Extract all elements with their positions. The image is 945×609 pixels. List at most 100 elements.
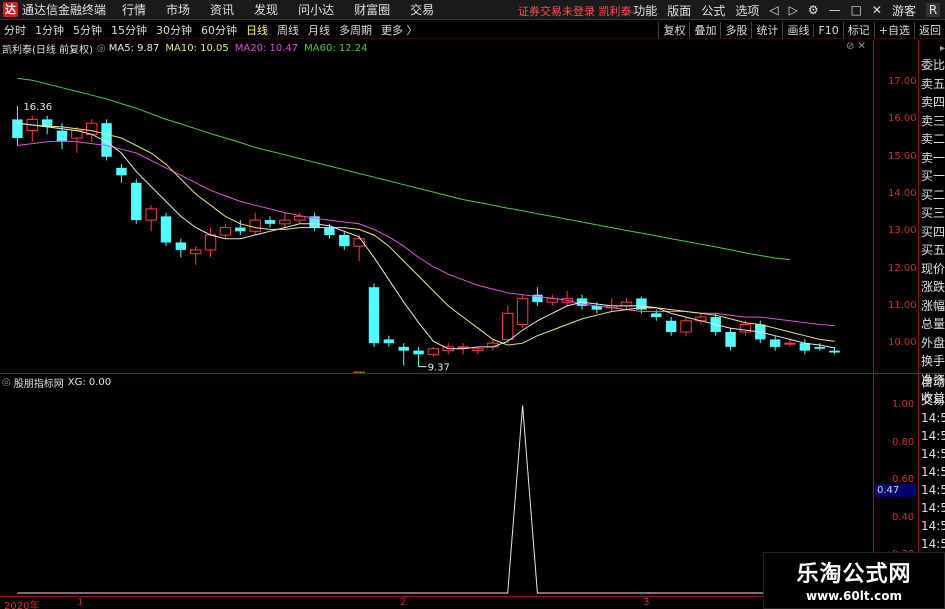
candle-body-48 xyxy=(725,331,736,347)
period-tab-9[interactable]: 多周期 xyxy=(335,22,376,38)
tool-button-1[interactable]: 叠加 xyxy=(689,22,720,38)
sub-indicator-name[interactable]: 股朋指标网 xyxy=(14,375,64,390)
candle-28 xyxy=(427,346,440,357)
watermark-title: 乐淘公式网 xyxy=(796,562,912,587)
back-icon[interactable]: ◁ xyxy=(769,3,778,17)
app-title: 通达信金融终端 xyxy=(22,3,107,17)
sub-indicator-legend: ◎ 股朋指标网 XG: 0.00 xyxy=(2,375,111,390)
period-tab-5[interactable]: 60分钟 xyxy=(197,22,241,38)
quote-field-0: 委比 xyxy=(921,58,945,72)
tool-button-7[interactable]: +自选 xyxy=(873,22,914,38)
period-tab-4[interactable]: 30分钟 xyxy=(152,22,196,38)
trade-field-8: 14:56 xyxy=(921,519,945,533)
xg-indicator-chart[interactable] xyxy=(0,390,872,595)
tool-button-2[interactable]: 多股 xyxy=(720,22,751,38)
ma-legend-2: MA20: 10.47 xyxy=(234,42,299,54)
time-label-3: 3 xyxy=(643,597,650,608)
time-label-2: 2 xyxy=(399,597,407,608)
candle-31 xyxy=(472,346,484,355)
tool-button-0[interactable]: 复权 xyxy=(658,22,689,38)
panel-arrow-icon[interactable]: ▸ xyxy=(919,40,945,56)
period-tab-3[interactable]: 15分钟 xyxy=(107,22,151,38)
tool-button-8[interactable]: 返回 xyxy=(914,22,945,38)
tool-button-3[interactable]: 统计 xyxy=(751,22,782,38)
candle-14 xyxy=(219,223,232,239)
trade-field-0: 自动 xyxy=(921,375,945,389)
candle-body-44 xyxy=(665,320,677,332)
tool-button-6[interactable]: 标记 xyxy=(842,22,874,38)
candle-34 xyxy=(516,294,529,329)
sub-indicator-settings-icon[interactable]: ◎ xyxy=(2,377,11,388)
price-tick-7: 17.00 xyxy=(888,76,917,88)
period-toolbar: 分时 1分钟 5分钟 15分钟 30分钟 60分钟 日线 周线 月线 多周期 更多 〉 复权 叠加 多股… xyxy=(0,21,945,39)
candle-body-8 xyxy=(131,182,142,221)
quote-side-panel: ▸ 委比 卖五 卖四 卖三 卖二 卖一 买一 买二 买三 买四 买五 现价 涨跌 涨幅 总量 外盘 换手 净资 收益 xyxy=(918,40,945,405)
period-tab-6[interactable]: 日线 xyxy=(242,22,272,38)
login-notice[interactable]: 证券交易未登录 凯利泰 xyxy=(518,3,632,19)
menu-item-5[interactable]: 财富圈 xyxy=(354,1,390,18)
main-menu: 行情 市场 资讯 发现 问小达 财富圈 交易 xyxy=(112,1,444,18)
menu-item-2[interactable]: 资讯 xyxy=(210,1,234,18)
period-tab-8[interactable]: 月线 xyxy=(304,22,334,38)
indicator-settings-icon[interactable]: ◎ xyxy=(97,43,106,54)
period-tab-2[interactable]: 5分钟 xyxy=(69,22,106,38)
price-tick-4: 14.00 xyxy=(888,187,917,199)
top-menu-item-0[interactable]: 功能 xyxy=(633,2,657,19)
top-menu-item-1[interactable]: 版面 xyxy=(667,2,691,19)
forward-icon[interactable]: ▷ xyxy=(789,3,798,17)
candle-8 xyxy=(131,179,142,224)
quote-field-2: 卖四 xyxy=(921,95,945,109)
r-button[interactable]: R xyxy=(926,3,940,17)
price-tick-3: 13.00 xyxy=(888,225,917,237)
candle-36 xyxy=(546,294,558,306)
candle-body-30 xyxy=(457,346,469,349)
period-tab-0[interactable]: 分时 xyxy=(0,22,30,38)
trade-field-3: 14:56 xyxy=(921,429,945,443)
candle-body-15 xyxy=(235,227,246,232)
candle-2 xyxy=(41,115,53,135)
maximize-icon[interactable]: □ xyxy=(851,3,862,17)
candle-26 xyxy=(398,343,409,366)
top-menu-item-2[interactable]: 公式 xyxy=(701,2,725,19)
candle-20 xyxy=(309,212,320,232)
candlestick-chart[interactable]: 16.369.37榜 xyxy=(0,56,872,373)
candle-body-9 xyxy=(145,208,157,221)
quote-field-5: 卖一 xyxy=(921,150,945,165)
tool-button-4[interactable]: 画线 xyxy=(782,22,813,38)
settings-icon[interactable]: ⚙ xyxy=(808,3,819,17)
period-tab-10[interactable]: 更多 〉 xyxy=(377,22,422,38)
quote-field-1: 卖五 xyxy=(921,76,945,91)
period-tab-1[interactable]: 1分钟 xyxy=(31,22,68,38)
candle-1 xyxy=(26,115,38,142)
candle-body-3 xyxy=(56,130,68,142)
main-chart-legend: 凯利泰(日线 前复权) ◎ MA5: 9.87 MA10: 10.05 MA20: … xyxy=(2,41,374,56)
candle-body-25 xyxy=(383,339,395,344)
menu-item-3[interactable]: 发现 xyxy=(254,1,278,18)
menu-item-0[interactable]: 行情 xyxy=(122,1,146,18)
menu-item-4[interactable]: 问小达 xyxy=(298,1,334,18)
candle-body-14 xyxy=(219,227,232,236)
candle-41 xyxy=(620,298,633,310)
close-icon[interactable]: ✕ xyxy=(872,3,882,17)
top-menu-item-3[interactable]: 选项 xyxy=(735,2,759,19)
tool-button-5[interactable]: F10 xyxy=(813,23,842,37)
stock-name[interactable]: 凯利泰(日线 前复权) xyxy=(2,41,93,56)
menu-item-6[interactable]: 交易 xyxy=(410,1,434,18)
candle-body-41 xyxy=(620,301,633,307)
quote-field-9: 买四 xyxy=(921,224,945,239)
period-tabs: 分时 1分钟 5分钟 15分钟 30分钟 60分钟 日线 周线 月线 多周期 更多 〉 xyxy=(0,22,423,38)
candle-body-0 xyxy=(12,119,23,139)
ma-legend-0: MA5: 9.87 xyxy=(108,42,160,54)
trade-field-7: 14:56 xyxy=(921,501,945,515)
candle-27 xyxy=(413,346,424,367)
candle-19 xyxy=(294,212,306,224)
main-panel-controls[interactable]: ⊘ ✕ xyxy=(846,41,866,52)
period-tab-7[interactable]: 周线 xyxy=(273,22,303,38)
trade-field-5: 14:56 xyxy=(921,465,945,479)
guest-label[interactable]: 游客 xyxy=(892,2,916,19)
candle-46 xyxy=(695,313,707,325)
menu-item-1[interactable]: 市场 xyxy=(166,1,190,18)
quote-field-16: 换手 xyxy=(921,354,945,368)
top-right-controls: 功能 版面 公式 选项 ◁ ▷ ⚙ — □ ✕ 游客 R xyxy=(628,0,945,20)
minimize-icon[interactable]: — xyxy=(829,3,841,17)
